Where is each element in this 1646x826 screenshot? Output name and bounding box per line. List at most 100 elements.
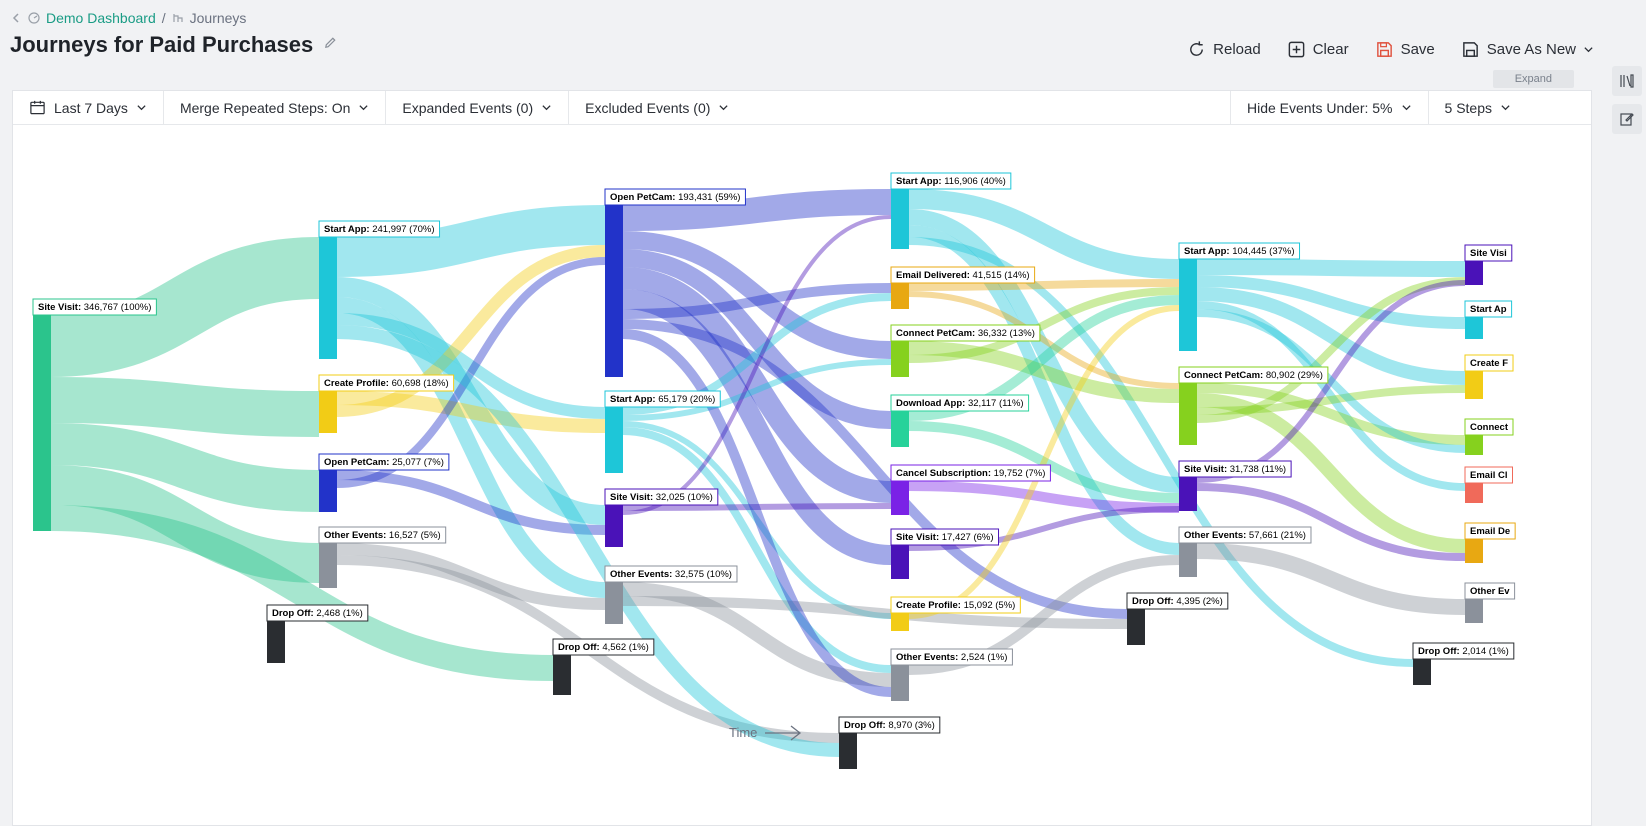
sankey-node[interactable]: Drop Off: 8,970 (3%) <box>838 716 941 769</box>
sankey-node-bar[interactable] <box>319 237 337 359</box>
node-event-name: Create F <box>1470 358 1508 369</box>
sankey-node-label: Drop Off: 4,562 (1%) <box>558 642 649 653</box>
sankey-node-bar[interactable] <box>891 665 909 701</box>
sankey-node-label: Email De <box>1470 526 1510 537</box>
sankey-node-label: Connect PetCam: 80,902 (29%) <box>1184 370 1323 381</box>
sankey-node[interactable]: Site Visit: 32,025 (10%) <box>604 488 719 547</box>
reload-button[interactable]: Reload <box>1187 40 1261 59</box>
node-event-name: Create Profile: <box>896 600 961 611</box>
sankey-node-bar[interactable] <box>1465 435 1483 455</box>
sankey-link[interactable] <box>1196 543 1466 615</box>
node-event-name: Other Events: <box>610 569 672 580</box>
excluded-events-filter[interactable]: Excluded Events (0) <box>569 91 745 124</box>
sankey-node-bar[interactable] <box>605 505 623 547</box>
sankey-node-bar[interactable] <box>1465 371 1483 399</box>
save-as-new-label: Save As New <box>1486 41 1576 58</box>
sankey-node-bar[interactable] <box>1127 609 1145 645</box>
edit-panel-button[interactable] <box>1612 104 1642 134</box>
sankey-link[interactable] <box>50 377 320 437</box>
breadcrumb-current: Journeys <box>189 10 247 26</box>
sankey-node-bar[interactable] <box>1465 317 1483 339</box>
sankey-node-bar[interactable] <box>1465 539 1483 563</box>
node-event-count: 241,997 (70%) <box>370 224 435 235</box>
save-button[interactable]: Save <box>1375 40 1435 59</box>
excluded-events-label: Excluded Events (0) <box>585 99 711 116</box>
sankey-node-bar[interactable] <box>605 582 623 624</box>
sankey-node-bar[interactable] <box>605 205 623 377</box>
sankey-node-bar[interactable] <box>553 655 571 695</box>
chevron-left-icon[interactable] <box>10 12 22 24</box>
sankey-node-bar[interactable] <box>319 543 337 588</box>
sankey-node-bar[interactable] <box>1465 483 1483 503</box>
sankey-node-bar[interactable] <box>1179 477 1197 511</box>
library-button[interactable] <box>1612 66 1642 96</box>
sankey-node-bar[interactable] <box>891 411 909 447</box>
sankey-node[interactable]: Site Visi <box>1464 244 1513 285</box>
sankey-node-bar[interactable] <box>1179 543 1197 577</box>
node-event-name: Start App: <box>610 394 656 405</box>
sankey-node-bar[interactable] <box>891 481 909 515</box>
hide-events-filter[interactable]: Hide Events Under: 5% <box>1229 91 1428 124</box>
sankey-link[interactable] <box>908 279 1180 291</box>
sankey-node-bar[interactable] <box>1413 659 1431 685</box>
breadcrumb: Demo Dashboard / Journeys <box>10 10 246 26</box>
chevron-down-icon <box>1401 105 1411 111</box>
sankey-node-label: Start Ap <box>1470 304 1507 315</box>
sankey-node-bar[interactable] <box>891 341 909 377</box>
sankey-node-bar[interactable] <box>891 283 909 309</box>
sankey-node-bar[interactable] <box>1179 259 1197 351</box>
expanded-events-filter[interactable]: Expanded Events (0) <box>386 91 570 124</box>
sankey-node-bar[interactable] <box>319 470 337 512</box>
sankey-node-bar[interactable] <box>1465 261 1483 285</box>
sankey-node[interactable]: Start Ap <box>1464 300 1513 339</box>
sankey-node-label: Drop Off: 8,970 (3%) <box>844 720 935 731</box>
expand-button[interactable]: Expand <box>1492 70 1574 88</box>
sankey-node-label: Start App: 241,997 (70%) <box>324 224 435 235</box>
sankey-node-bar[interactable] <box>891 545 909 579</box>
node-event-count: 32,117 (11%) <box>965 398 1023 409</box>
time-label: Time <box>729 725 757 740</box>
breadcrumb-dashboard-link[interactable]: Demo Dashboard <box>46 10 156 26</box>
node-event-count: 2,524 (1%) <box>958 652 1007 663</box>
sankey-node-bar[interactable] <box>605 407 623 473</box>
sankey-node[interactable]: Other Ev <box>1464 582 1516 623</box>
node-event-name: Site Visit: <box>1184 464 1227 475</box>
sankey-node[interactable]: Email Cl <box>1464 466 1513 503</box>
sankey-node[interactable]: Drop Off: 2,014 (1%) <box>1412 642 1515 685</box>
sankey-node[interactable]: Drop Off: 4,395 (2%) <box>1126 592 1229 645</box>
node-event-name: Start App: <box>896 176 942 187</box>
node-event-count: 8,970 (3%) <box>886 720 935 731</box>
save-as-new-button[interactable]: Save As New <box>1461 40 1594 59</box>
node-event-name: Start Ap <box>1470 304 1507 315</box>
sankey-node-bar[interactable] <box>1179 383 1197 445</box>
node-event-count: 346,767 (100%) <box>81 302 151 313</box>
merge-steps-filter[interactable]: Merge Repeated Steps: On <box>164 91 387 124</box>
date-range-filter[interactable]: Last 7 Days <box>13 91 164 124</box>
sankey-node-label: Other Events: 16,527 (5%) <box>324 530 441 541</box>
sankey-link[interactable] <box>1196 259 1466 277</box>
sankey-node[interactable]: Create F <box>1464 354 1514 399</box>
sankey-node-bar[interactable] <box>839 733 857 769</box>
sankey-node-bar[interactable] <box>267 621 285 663</box>
node-event-count: 60,698 (18%) <box>389 378 449 389</box>
steps-filter[interactable]: 5 Steps <box>1427 91 1527 124</box>
clear-button[interactable]: Clear <box>1287 40 1349 59</box>
sankey-link[interactable] <box>50 505 554 681</box>
sankey-node[interactable]: Email De <box>1464 522 1516 563</box>
sankey-node[interactable]: Connect <box>1464 418 1514 455</box>
steps-label: 5 Steps <box>1444 99 1492 116</box>
sankey-node-bar[interactable] <box>891 189 909 249</box>
edit-title-icon[interactable] <box>323 35 338 55</box>
sankey-node-bar[interactable] <box>319 391 337 433</box>
save-as-new-icon <box>1462 42 1478 57</box>
sankey-node-bar[interactable] <box>891 613 909 631</box>
sankey-node-bar[interactable] <box>33 315 51 531</box>
sankey-node-label: Site Visi <box>1470 248 1507 259</box>
sankey-node-label: Create Profile: 60,698 (18%) <box>324 378 449 389</box>
chevron-down-icon <box>719 105 729 111</box>
node-event-name: Other Ev <box>1470 586 1510 597</box>
sankey-node-bar[interactable] <box>1465 599 1483 623</box>
node-event-name: Connect PetCam: <box>1184 370 1263 381</box>
node-event-name: Site Visit: <box>38 302 81 313</box>
sankey-node[interactable]: Other Events: 2,524 (1%) <box>890 648 1013 701</box>
